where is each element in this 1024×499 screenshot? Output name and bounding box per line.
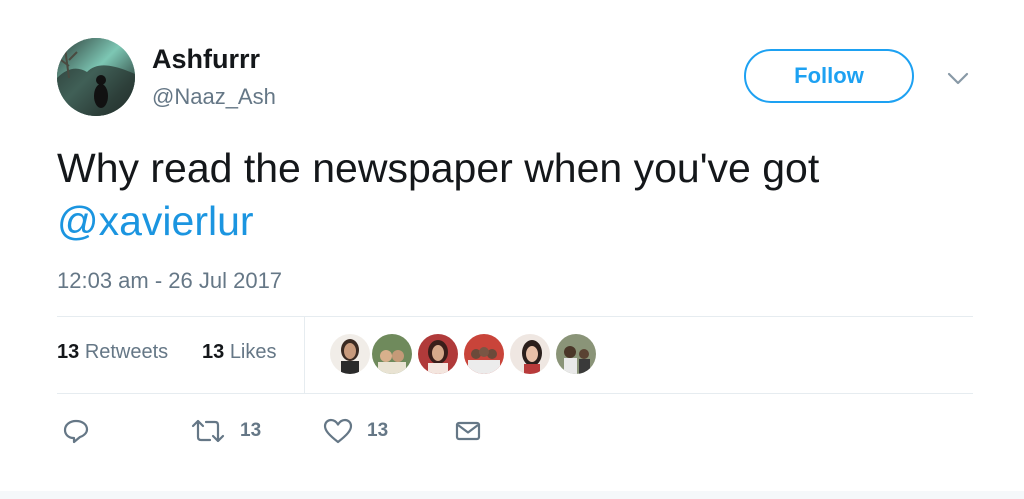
like-button[interactable]: 13 bbox=[323, 416, 388, 446]
user-display-name[interactable]: Ashfurrr bbox=[152, 44, 260, 75]
retweet-action-count: 13 bbox=[240, 420, 262, 441]
like-action-count: 13 bbox=[367, 420, 389, 441]
likes-stat[interactable]: 13 Likes bbox=[202, 341, 277, 364]
user-screen-name[interactable]: @Naaz_Ash bbox=[152, 84, 276, 110]
retweet-button[interactable]: 13 bbox=[190, 416, 261, 446]
tweet-timestamp[interactable]: 12:03 am - 26 Jul 2017 bbox=[57, 268, 282, 294]
tweet-card: Ashfurrr @Naaz_Ash Follow Why read the n… bbox=[0, 0, 1024, 499]
retweets-label: Retweets bbox=[84, 341, 169, 363]
tweet-mention-link[interactable]: @xavierlur bbox=[57, 198, 254, 244]
retweets-count: 13 bbox=[57, 341, 80, 363]
direct-message-button[interactable] bbox=[454, 416, 482, 446]
stats-separator bbox=[304, 316, 305, 394]
liker-avatar[interactable] bbox=[556, 334, 596, 374]
retweets-stat[interactable]: 13 Retweets bbox=[57, 341, 168, 364]
card-bottom-edge bbox=[0, 491, 1024, 499]
likes-count: 13 bbox=[202, 341, 225, 363]
liker-avatar[interactable] bbox=[372, 334, 412, 374]
follow-button[interactable]: Follow bbox=[744, 49, 914, 103]
retweet-icon bbox=[191, 419, 225, 443]
liker-avatar[interactable] bbox=[464, 334, 504, 374]
liker-avatar[interactable] bbox=[418, 334, 458, 374]
heart-icon bbox=[323, 418, 353, 444]
stats-top-divider bbox=[57, 316, 973, 317]
envelope-icon bbox=[455, 421, 481, 441]
reply-icon bbox=[63, 419, 89, 444]
avatar-image bbox=[57, 38, 135, 116]
liker-avatar[interactable] bbox=[510, 334, 550, 374]
reply-button[interactable] bbox=[62, 416, 90, 446]
tweet-text: Why read the newspaper when you've got @… bbox=[57, 142, 957, 248]
user-avatar[interactable] bbox=[57, 38, 135, 116]
tweet-text-body: Why read the newspaper when you've got bbox=[57, 145, 820, 191]
liker-avatar[interactable] bbox=[330, 334, 370, 374]
likes-label: Likes bbox=[229, 341, 277, 363]
chevron-down-icon[interactable] bbox=[946, 68, 970, 88]
actions-top-divider bbox=[57, 393, 973, 394]
